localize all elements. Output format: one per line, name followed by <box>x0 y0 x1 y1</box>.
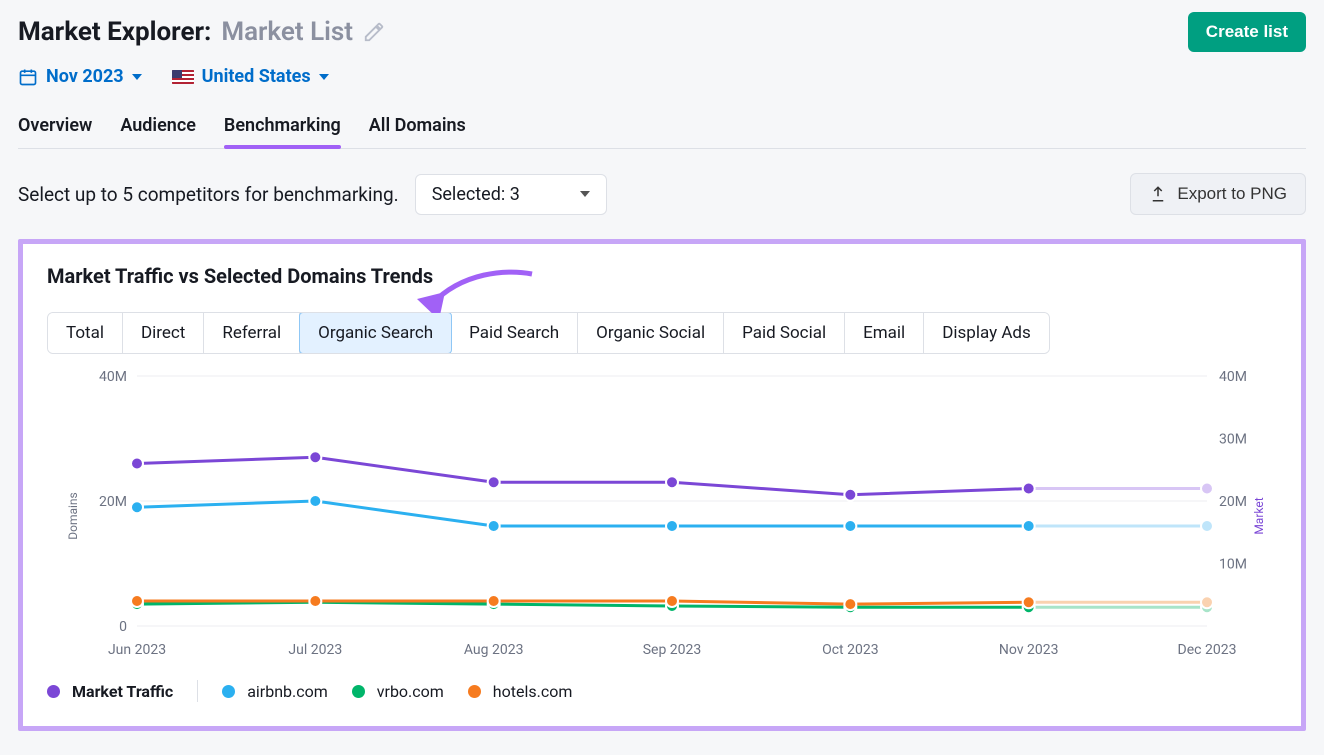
country-label: United States <box>202 66 311 87</box>
svg-text:10M: 10M <box>1219 557 1247 573</box>
svg-text:40M: 40M <box>99 369 127 385</box>
selected-count: Selected: 3 <box>432 184 520 205</box>
nav-tab-all-domains[interactable]: All Domains <box>369 111 466 148</box>
svg-text:Oct 2023: Oct 2023 <box>822 642 879 658</box>
country-selector[interactable]: United States <box>172 66 329 87</box>
chevron-down-icon <box>319 74 329 80</box>
nav-tab-benchmarking[interactable]: Benchmarking <box>224 111 341 148</box>
chart: 0 20M 40M 10M 20M 30M 40M Jun 2023 Jul 2023 Aug 2… <box>47 366 1277 666</box>
upload-icon <box>1149 185 1167 203</box>
channel-tab-referral[interactable]: Referral <box>204 313 300 353</box>
svg-text:30M: 30M <box>1219 432 1247 448</box>
svg-text:Jun 2023: Jun 2023 <box>108 642 166 658</box>
svg-text:Market: Market <box>1252 497 1266 534</box>
channel-tab-organic-search[interactable]: Organic Search <box>299 312 452 354</box>
date-selector[interactable]: Nov 2023 <box>18 66 142 87</box>
svg-text:Dec 2023: Dec 2023 <box>1178 642 1237 658</box>
legend-hotels: hotels.com <box>468 682 573 701</box>
us-flag-icon <box>172 70 194 84</box>
select-competitors-label: Select up to 5 competitors for benchmark… <box>18 183 399 206</box>
nav-tabs: Overview Audience Benchmarking All Domains <box>18 111 1306 149</box>
legend-vrbo: vrbo.com <box>352 682 444 701</box>
svg-text:0: 0 <box>119 619 127 635</box>
channel-tab-organic-social[interactable]: Organic Social <box>578 313 724 353</box>
svg-text:Aug 2023: Aug 2023 <box>464 642 524 658</box>
chevron-down-icon <box>132 74 142 80</box>
create-list-button[interactable]: Create list <box>1188 12 1306 52</box>
channel-tab-display-ads[interactable]: Display Ads <box>924 313 1049 353</box>
export-png-button[interactable]: Export to PNG <box>1130 173 1306 215</box>
calendar-icon <box>18 67 38 87</box>
channel-tab-paid-search[interactable]: Paid Search <box>451 313 578 353</box>
channel-tab-direct[interactable]: Direct <box>123 313 204 353</box>
svg-text:20M: 20M <box>1219 494 1247 510</box>
channel-tab-paid-social[interactable]: Paid Social <box>724 313 845 353</box>
svg-text:Domains: Domains <box>66 492 80 540</box>
competitors-select[interactable]: Selected: 3 <box>415 174 607 215</box>
title-name: Market List <box>221 17 353 47</box>
title-prefix: Market Explorer: <box>18 17 211 47</box>
chart-title: Market Traffic vs Selected Domains Trend… <box>47 264 1277 288</box>
channel-tabs: TotalDirectReferralOrganic SearchPaid Se… <box>47 312 1050 354</box>
page-title: Market Explorer: Market List <box>18 17 385 47</box>
export-label: Export to PNG <box>1177 184 1287 204</box>
chart-legend: Market Traffic airbnb.com vrbo.com hotel… <box>47 680 1277 702</box>
svg-text:40M: 40M <box>1219 369 1247 385</box>
svg-text:20M: 20M <box>99 494 127 510</box>
date-label: Nov 2023 <box>46 66 124 87</box>
svg-text:Jul 2023: Jul 2023 <box>288 642 342 658</box>
nav-tab-audience[interactable]: Audience <box>120 111 196 148</box>
channel-tab-total[interactable]: Total <box>48 313 123 353</box>
chevron-down-icon <box>580 191 590 197</box>
nav-tab-overview[interactable]: Overview <box>18 111 92 148</box>
chart-card: Market Traffic vs Selected Domains Trend… <box>18 239 1306 731</box>
pencil-icon[interactable] <box>363 21 385 43</box>
legend-airbnb: airbnb.com <box>222 682 328 701</box>
channel-tab-email[interactable]: Email <box>845 313 924 353</box>
svg-text:Nov 2023: Nov 2023 <box>999 642 1059 658</box>
svg-text:Sep 2023: Sep 2023 <box>643 642 702 658</box>
legend-market: Market Traffic <box>47 682 173 701</box>
